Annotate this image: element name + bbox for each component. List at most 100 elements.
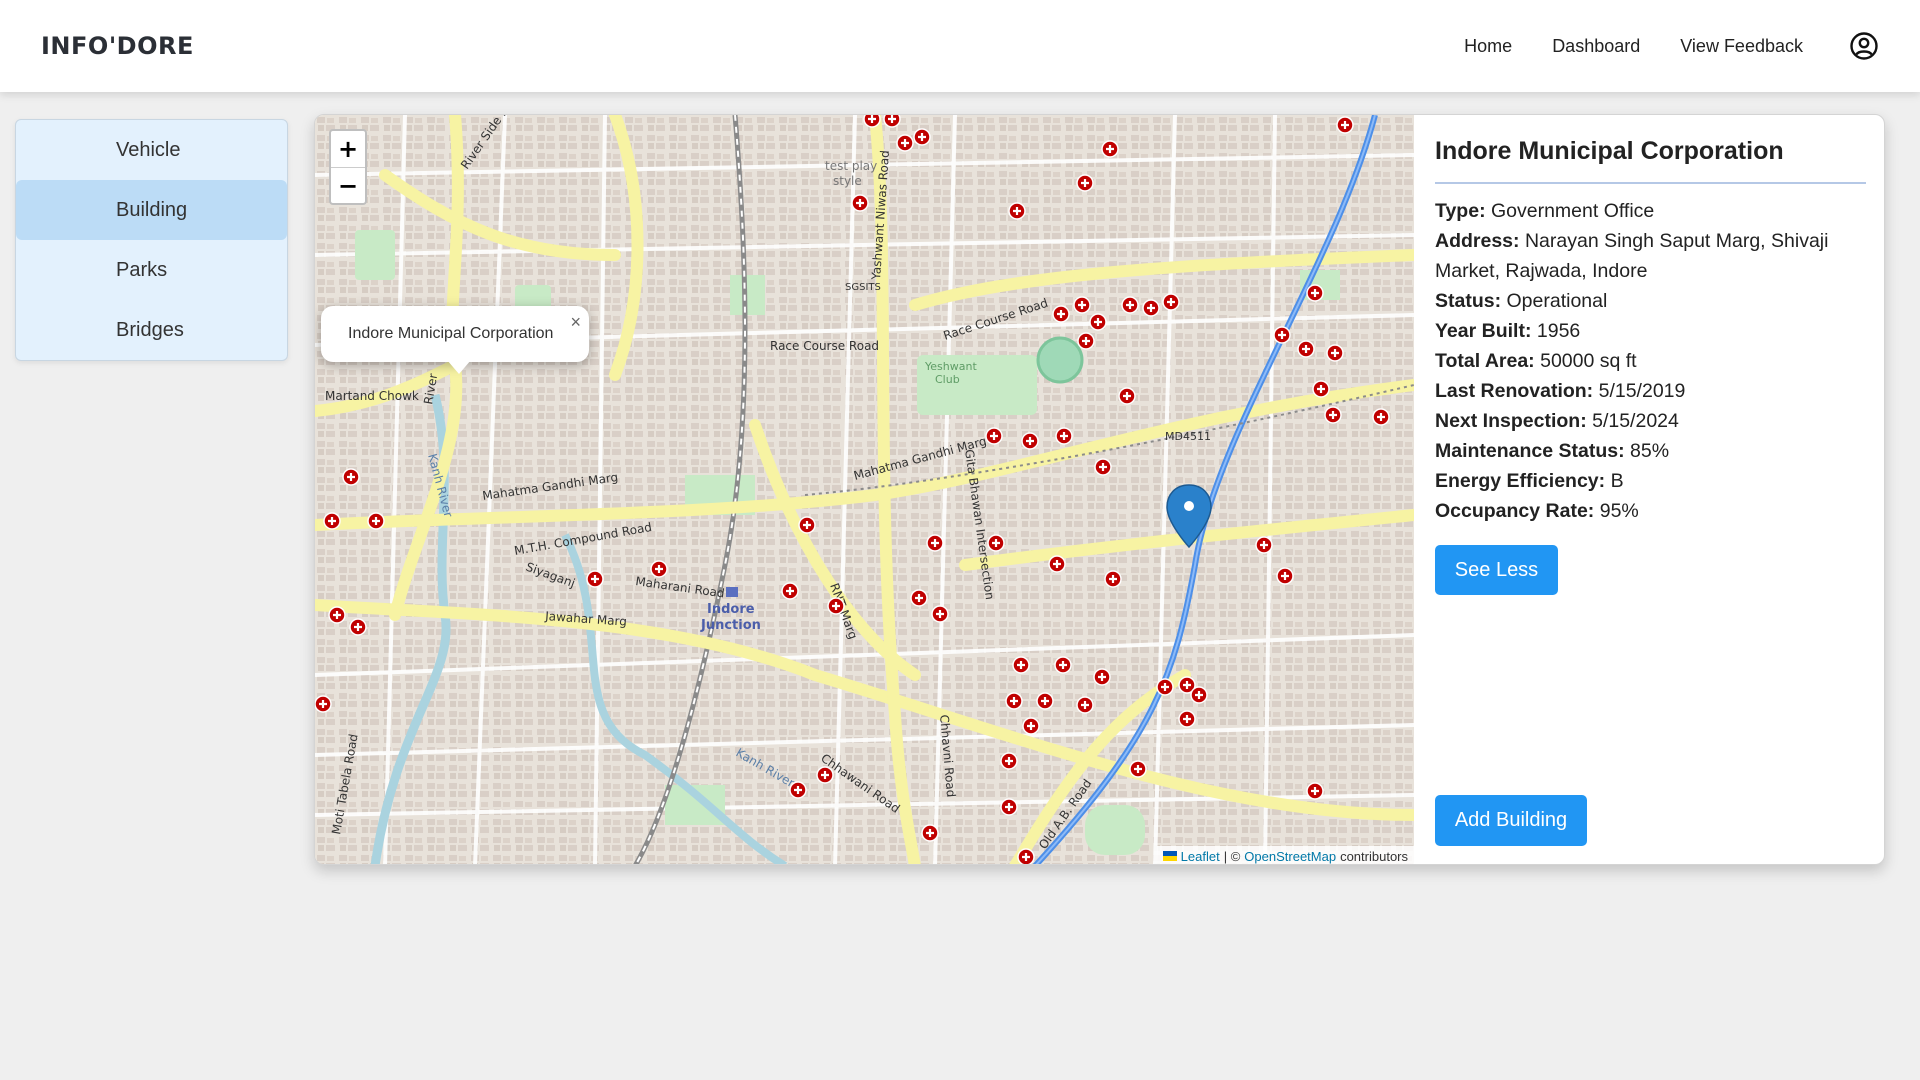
svg-text:SGSITS: SGSITS	[845, 282, 881, 293]
ukraine-flag-icon	[1162, 851, 1177, 861]
nav-dashboard[interactable]: Dashboard	[1552, 36, 1640, 57]
hospital-marker-icon[interactable]	[1255, 536, 1273, 554]
hospital-marker-icon[interactable]	[1048, 555, 1066, 573]
popup-text: Indore Municipal Corporation	[348, 325, 554, 342]
hospital-marker-icon[interactable]	[367, 512, 385, 530]
hospital-marker-icon[interactable]	[650, 560, 668, 578]
hospital-marker-icon[interactable]	[1073, 296, 1091, 314]
hospital-marker-icon[interactable]	[1093, 668, 1111, 686]
hospital-marker-icon[interactable]	[985, 427, 1003, 445]
svg-text:Race Course Road: Race Course Road	[770, 339, 879, 353]
hospital-marker-icon[interactable]	[789, 781, 807, 799]
hospital-marker-icon[interactable]	[1017, 848, 1035, 865]
hospital-marker-icon[interactable]	[781, 582, 799, 600]
hospital-marker-icon[interactable]	[1276, 567, 1294, 585]
hospital-marker-icon[interactable]	[1273, 326, 1291, 344]
hospital-marker-icon[interactable]	[863, 115, 881, 128]
hospital-marker-icon[interactable]	[323, 512, 341, 530]
hospital-marker-icon[interactable]	[913, 128, 931, 146]
svg-text:style: style	[833, 174, 862, 188]
main-nav: Home Dashboard View Feedback	[1424, 31, 1879, 61]
hospital-marker-icon[interactable]	[1005, 692, 1023, 710]
detail-next-inspection: Next Inspection: 5/15/2024	[1435, 410, 1679, 432]
hospital-marker-icon[interactable]	[1076, 696, 1094, 714]
svg-text:Yeshwant: Yeshwant	[924, 360, 977, 373]
hospital-marker-icon[interactable]	[816, 766, 834, 784]
hospital-marker-icon[interactable]	[1326, 344, 1344, 362]
hospital-marker-icon[interactable]	[349, 618, 367, 636]
close-icon[interactable]: ×	[570, 312, 581, 333]
hospital-marker-icon[interactable]	[883, 115, 901, 128]
detail-address: Address: Narayan Singh Saput Marg, Shiva…	[1435, 230, 1829, 282]
zoom-in-button[interactable]: +	[331, 131, 365, 167]
zoom-out-button[interactable]: −	[331, 167, 365, 203]
attribution-separator: | ©	[1223, 848, 1241, 864]
hospital-marker-icon[interactable]	[315, 695, 332, 713]
sidebar-item-vehicle[interactable]: Vehicle	[16, 120, 287, 180]
hospital-marker-icon[interactable]	[1054, 656, 1072, 674]
hospital-marker-icon[interactable]	[1336, 116, 1354, 134]
sidebar-item-bridges[interactable]: Bridges	[16, 300, 287, 360]
hospital-marker-icon[interactable]	[987, 534, 1005, 552]
hospital-marker-icon[interactable]	[1055, 427, 1073, 445]
hospital-marker-icon[interactable]	[1142, 299, 1160, 317]
nav-view-feedback[interactable]: View Feedback	[1680, 36, 1803, 57]
add-building-button[interactable]: Add Building	[1435, 795, 1587, 846]
hospital-marker-icon[interactable]	[1036, 692, 1054, 710]
hospital-marker-icon[interactable]	[1129, 760, 1147, 778]
hospital-marker-icon[interactable]	[1324, 406, 1342, 424]
hospital-marker-icon[interactable]	[1162, 293, 1180, 311]
hospital-marker-icon[interactable]	[827, 597, 845, 615]
hospital-marker-icon[interactable]	[1012, 656, 1030, 674]
hospital-marker-icon[interactable]	[1121, 296, 1139, 314]
hospital-marker-icon[interactable]	[1000, 752, 1018, 770]
building-details: Type: Government Office Address: Narayan…	[1435, 196, 1860, 526]
hospital-marker-icon[interactable]	[1094, 458, 1112, 476]
nav-home[interactable]: Home	[1464, 36, 1512, 57]
svg-text:Junction: Junction	[700, 618, 761, 633]
user-circle-icon[interactable]	[1849, 31, 1879, 61]
hospital-marker-icon[interactable]	[1372, 408, 1390, 426]
sidebar-item-parks[interactable]: Parks	[16, 240, 287, 300]
hospital-marker-icon[interactable]	[1076, 174, 1094, 192]
building-title: Indore Municipal Corporation	[1435, 137, 1784, 165]
attribution-suffix: contributors	[1340, 848, 1408, 864]
category-sidebar: Vehicle Building Parks Bridges	[15, 119, 288, 361]
hospital-marker-icon[interactable]	[1178, 710, 1196, 728]
hospital-marker-icon[interactable]	[1089, 313, 1107, 331]
hospital-marker-icon[interactable]	[1190, 686, 1208, 704]
hospital-marker-icon[interactable]	[342, 468, 360, 486]
osm-link[interactable]: OpenStreetMap	[1244, 849, 1336, 864]
hospital-marker-icon[interactable]	[926, 534, 944, 552]
hospital-marker-icon[interactable]	[1052, 305, 1070, 323]
hospital-marker-icon[interactable]	[1297, 340, 1315, 358]
hospital-marker-icon[interactable]	[1312, 380, 1330, 398]
hospital-marker-icon[interactable]	[931, 605, 949, 623]
hospital-marker-icon[interactable]	[1021, 432, 1039, 450]
hospital-marker-icon[interactable]	[1118, 387, 1136, 405]
brand-logo[interactable]: INFO'DORE	[41, 32, 194, 60]
building-info-panel: Indore Municipal Corporation Type: Gover…	[1433, 115, 1869, 864]
hospital-marker-icon[interactable]	[1101, 140, 1119, 158]
detail-year-built: Year Built: 1956	[1435, 320, 1581, 342]
hospital-marker-icon[interactable]	[1000, 798, 1018, 816]
hospital-marker-icon[interactable]	[851, 194, 869, 212]
map-view[interactable]: River Side Road Martand Chowk Mahatma Ga…	[315, 115, 1414, 865]
hospital-marker-icon[interactable]	[1077, 332, 1095, 350]
hospital-marker-icon[interactable]	[1008, 202, 1026, 220]
hospital-marker-icon[interactable]	[1306, 284, 1324, 302]
hospital-marker-icon[interactable]	[798, 516, 816, 534]
hospital-marker-icon[interactable]	[1022, 717, 1040, 735]
svg-text:Club: Club	[935, 373, 960, 386]
hospital-marker-icon[interactable]	[910, 589, 928, 607]
hospital-marker-icon[interactable]	[328, 606, 346, 624]
hospital-marker-icon[interactable]	[586, 570, 604, 588]
hospital-marker-icon[interactable]	[921, 824, 939, 842]
hospital-marker-icon[interactable]	[1306, 782, 1324, 800]
hospital-marker-icon[interactable]	[896, 134, 914, 152]
see-less-button[interactable]: See Less	[1435, 545, 1558, 595]
leaflet-link[interactable]: Leaflet	[1181, 849, 1220, 864]
sidebar-item-building[interactable]: Building	[16, 180, 287, 240]
hospital-marker-icon[interactable]	[1156, 678, 1174, 696]
hospital-marker-icon[interactable]	[1104, 570, 1122, 588]
